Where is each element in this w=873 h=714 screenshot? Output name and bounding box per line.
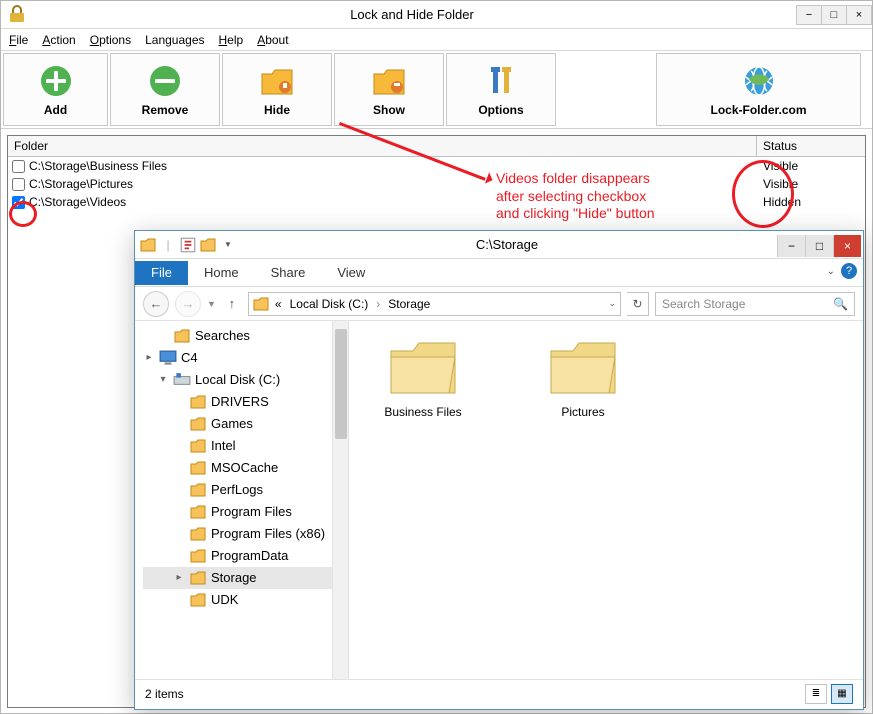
crumb-drive[interactable]: Local Disk (C:) xyxy=(288,297,371,311)
menu-about[interactable]: About xyxy=(257,33,288,47)
scrollbar[interactable] xyxy=(332,321,348,679)
search-input[interactable]: Search Storage 🔍 xyxy=(655,292,855,316)
app-icon xyxy=(7,5,27,25)
menu-options[interactable]: Options xyxy=(90,33,131,47)
content-pane[interactable]: Business Files Pictures xyxy=(349,321,863,679)
item-count: 2 items xyxy=(145,687,184,701)
folder-icon xyxy=(189,548,207,564)
row-checkbox[interactable] xyxy=(12,178,25,191)
tree-item-drive[interactable]: ▾ Local Disk (C:) xyxy=(143,369,348,391)
tree-item[interactable]: Games xyxy=(143,413,348,435)
ribbon-expand-icon[interactable]: ⌄ xyxy=(827,266,835,277)
col-status[interactable]: Status xyxy=(757,136,865,156)
tree-item[interactable]: ProgramData xyxy=(143,545,348,567)
folder-icon xyxy=(189,460,207,476)
properties-icon[interactable] xyxy=(179,236,197,254)
annotation-text-explain: Videos folder disappears after selecting… xyxy=(496,170,655,223)
folder-icon xyxy=(189,394,207,410)
nav-pane: Searches ▸ C4 ▾ Local Disk (C:) DRIVERSG… xyxy=(135,321,349,679)
folder-icon xyxy=(189,482,207,498)
forward-button[interactable]: → xyxy=(175,291,201,317)
refresh-button[interactable]: ↻ xyxy=(627,292,649,316)
icons-view-button[interactable]: ▦ xyxy=(831,684,853,704)
help-icon[interactable]: ? xyxy=(841,263,857,279)
tree-item[interactable]: MSOCache xyxy=(143,457,348,479)
folder-icon xyxy=(189,416,207,432)
folder-icon xyxy=(189,438,207,454)
folder-icon xyxy=(189,592,207,608)
search-folder-icon xyxy=(173,328,191,344)
toolbar: Add Remove Hide Show Options Lock-Folder… xyxy=(1,51,872,129)
tree-item[interactable]: UDK xyxy=(143,589,348,611)
up-button[interactable]: ↑ xyxy=(222,294,242,314)
explorer-close-button[interactable]: × xyxy=(833,235,861,257)
search-icon: 🔍 xyxy=(833,297,848,311)
window-title: Lock and Hide Folder xyxy=(27,7,797,22)
tree-item[interactable]: DRIVERS xyxy=(143,391,348,413)
qat-sep: | xyxy=(159,236,177,254)
address-bar[interactable]: « Local Disk (C:) › Storage ⌄ xyxy=(248,292,621,316)
menubar: File Action Options Languages Help About xyxy=(1,29,872,51)
add-button[interactable]: Add xyxy=(3,53,108,126)
chevron-right-icon[interactable]: › xyxy=(374,297,382,311)
show-button[interactable]: Show xyxy=(334,53,444,126)
scrollbar-thumb[interactable] xyxy=(335,329,347,439)
tab-view[interactable]: View xyxy=(321,261,381,284)
folder-icon xyxy=(189,504,207,520)
nav-row: ← → ▼ ↑ « Local Disk (C:) › Storage ⌄ ↻ … xyxy=(135,287,863,321)
new-folder-icon[interactable] xyxy=(199,236,217,254)
folder-item[interactable]: Pictures xyxy=(533,335,633,419)
annotation-circle-status xyxy=(732,160,794,228)
tree-item[interactable]: Program Files (x86) xyxy=(143,523,348,545)
titlebar: Lock and Hide Folder − □ × xyxy=(1,1,872,29)
computer-icon xyxy=(159,350,177,366)
tree-item[interactable]: PerfLogs xyxy=(143,479,348,501)
tab-share[interactable]: Share xyxy=(255,261,322,284)
history-dropdown-icon[interactable]: ▼ xyxy=(207,299,216,309)
explorer-title: C:\Storage xyxy=(237,237,777,252)
tree-item-computer[interactable]: ▸ C4 xyxy=(143,347,348,369)
details-view-button[interactable]: ≣ xyxy=(805,684,827,704)
tree-item-searches[interactable]: Searches xyxy=(143,325,348,347)
menu-languages[interactable]: Languages xyxy=(145,33,204,47)
close-button[interactable]: × xyxy=(846,5,872,25)
folder-item[interactable]: Business Files xyxy=(373,335,473,419)
qat-dropdown-icon[interactable]: ▼ xyxy=(219,236,237,254)
back-button[interactable]: ← xyxy=(143,291,169,317)
folder-icon xyxy=(189,526,207,542)
ribbon-tabs: File Home Share View ⌄ ? xyxy=(135,259,863,287)
address-dropdown-icon[interactable]: ⌄ xyxy=(608,298,616,309)
hide-button[interactable]: Hide xyxy=(222,53,332,126)
drive-icon xyxy=(173,372,191,388)
explorer-window: | ▼ C:\Storage − □ × File Home Share Vie… xyxy=(134,230,864,710)
annotation-circle-checkbox xyxy=(9,201,37,227)
tree-item[interactable]: Program Files xyxy=(143,501,348,523)
options-button[interactable]: Options xyxy=(446,53,556,126)
row-checkbox[interactable] xyxy=(12,160,25,173)
menu-help[interactable]: Help xyxy=(219,33,244,47)
folder-icon xyxy=(189,570,207,586)
tab-home[interactable]: Home xyxy=(188,261,255,284)
tree-item[interactable]: ▸Storage xyxy=(143,567,348,589)
explorer-minimize-button[interactable]: − xyxy=(777,235,805,257)
explorer-maximize-button[interactable]: □ xyxy=(805,235,833,257)
website-button[interactable]: Lock-Folder.com xyxy=(656,53,861,126)
maximize-button[interactable]: □ xyxy=(821,5,847,25)
crumb-storage[interactable]: Storage xyxy=(386,297,432,311)
folder-icon xyxy=(139,236,157,254)
remove-button[interactable]: Remove xyxy=(110,53,220,126)
explorer-titlebar: | ▼ C:\Storage − □ × xyxy=(135,231,863,259)
menu-action[interactable]: Action xyxy=(42,33,75,47)
status-bar: 2 items ≣ ▦ xyxy=(135,679,863,707)
folder-icon xyxy=(253,297,269,311)
tree-item[interactable]: Intel xyxy=(143,435,348,457)
menu-file[interactable]: File xyxy=(9,33,28,47)
tab-file[interactable]: File xyxy=(135,261,188,285)
minimize-button[interactable]: − xyxy=(796,5,822,25)
